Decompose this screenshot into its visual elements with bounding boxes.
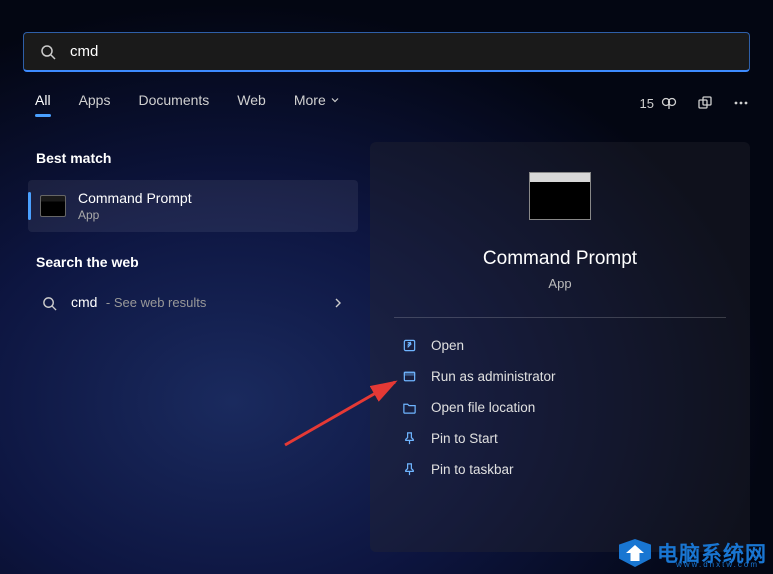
search-input[interactable] bbox=[70, 43, 733, 60]
result-title: Command Prompt bbox=[78, 190, 192, 206]
action-pin-start-label: Pin to Start bbox=[431, 431, 498, 446]
action-run-admin[interactable]: Run as administrator bbox=[388, 361, 732, 392]
detail-subtitle: App bbox=[388, 276, 732, 291]
header-actions: 15 bbox=[640, 94, 750, 112]
share-icon bbox=[696, 94, 714, 112]
detail-icon-wrap bbox=[388, 172, 732, 220]
more-options-button[interactable] bbox=[732, 94, 750, 112]
web-suffix-text: - See web results bbox=[106, 295, 206, 310]
section-best-match: Best match bbox=[28, 150, 358, 166]
pin-icon bbox=[402, 431, 417, 446]
action-open-label: Open bbox=[431, 338, 464, 353]
action-pin-start[interactable]: Pin to Start bbox=[388, 423, 732, 454]
tab-documents[interactable]: Documents bbox=[138, 92, 209, 114]
pin-icon bbox=[402, 462, 417, 477]
result-text: Command Prompt App bbox=[78, 190, 192, 222]
folder-icon bbox=[402, 400, 417, 415]
watermark: 电脑系统网 www.dnxtw.com bbox=[619, 538, 767, 568]
open-icon bbox=[402, 338, 417, 353]
action-pin-taskbar-label: Pin to taskbar bbox=[431, 462, 514, 477]
action-open-location-label: Open file location bbox=[431, 400, 535, 415]
action-list: Open Run as administrator Open file loca… bbox=[388, 330, 732, 485]
action-open-location[interactable]: Open file location bbox=[388, 392, 732, 423]
divider bbox=[394, 317, 726, 318]
section-search-web: Search the web bbox=[28, 254, 358, 270]
chevron-right-icon bbox=[332, 297, 344, 309]
web-result-cmd[interactable]: cmd - See web results bbox=[28, 284, 358, 322]
search-icon bbox=[42, 296, 57, 311]
search-icon bbox=[40, 44, 56, 60]
command-prompt-icon bbox=[40, 195, 66, 217]
chevron-down-icon bbox=[330, 95, 340, 105]
tab-more[interactable]: More bbox=[294, 92, 340, 114]
results-column: Best match Command Prompt App Search the… bbox=[28, 150, 358, 322]
action-run-admin-label: Run as administrator bbox=[431, 369, 556, 384]
web-query-text: cmd bbox=[71, 294, 97, 310]
result-subtitle: App bbox=[78, 208, 192, 222]
watermark-badge-icon bbox=[619, 539, 651, 567]
rewards-button[interactable]: 15 bbox=[640, 94, 678, 112]
tab-web[interactable]: Web bbox=[237, 92, 266, 114]
detail-panel: Command Prompt App Open Run as administr… bbox=[370, 142, 750, 552]
tabs-row: All Apps Documents Web More 15 bbox=[35, 92, 750, 114]
watermark-url: www.dnxtw.com bbox=[676, 560, 759, 569]
share-button[interactable] bbox=[696, 94, 714, 112]
command-prompt-large-icon bbox=[529, 172, 591, 220]
tab-all[interactable]: All bbox=[35, 92, 51, 114]
action-open[interactable]: Open bbox=[388, 330, 732, 361]
rewards-icon bbox=[660, 94, 678, 112]
detail-title: Command Prompt bbox=[388, 248, 732, 270]
ellipsis-icon bbox=[732, 94, 750, 112]
filter-tabs: All Apps Documents Web More bbox=[35, 92, 340, 114]
search-bar[interactable] bbox=[23, 32, 750, 72]
tab-apps[interactable]: Apps bbox=[79, 92, 111, 114]
action-pin-taskbar[interactable]: Pin to taskbar bbox=[388, 454, 732, 485]
shield-admin-icon bbox=[402, 369, 417, 384]
result-command-prompt[interactable]: Command Prompt App bbox=[28, 180, 358, 232]
rewards-count: 15 bbox=[640, 96, 654, 111]
